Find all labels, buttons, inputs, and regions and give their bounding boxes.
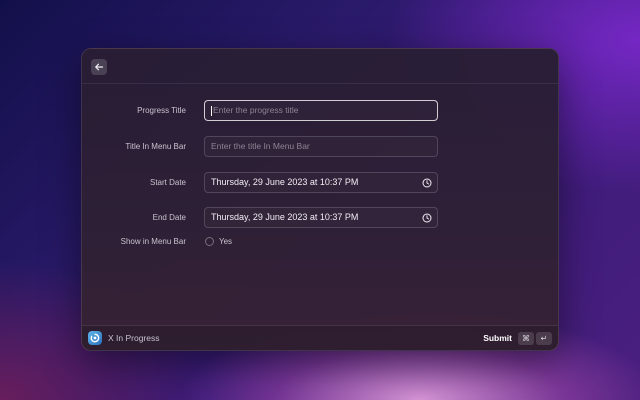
menu-bar-title-placeholder: Enter the title In Menu Bar [211,141,310,151]
return-key-icon: ↵ [536,332,552,345]
back-button[interactable] [91,59,107,75]
action-bar: X In Progress Submit ⌘ ↵ [82,325,558,350]
extension-name: X In Progress [108,333,160,343]
start-date-value: Thursday, 29 June 2023 at 10:37 PM [211,177,359,187]
progress-ring-icon [90,333,100,343]
progress-title-placeholder: Enter the progress title [213,105,299,115]
progress-title-input[interactable]: Enter the progress title [204,100,438,121]
end-date-value: Thursday, 29 June 2023 at 10:37 PM [211,212,359,222]
text-caret [211,106,212,116]
start-date-picker[interactable]: Thursday, 29 June 2023 at 10:37 PM [204,172,438,193]
clock-icon[interactable] [422,178,432,188]
end-date-picker[interactable]: Thursday, 29 June 2023 at 10:37 PM [204,207,438,228]
show-in-menu-bar-option[interactable]: Yes [219,235,232,249]
show-in-menu-bar-row: Show in Menu Bar Yes [82,235,558,249]
submit-button[interactable]: Submit [483,326,512,350]
start-date-row: Start Date Thursday, 29 June 2023 at 10:… [82,172,558,194]
end-date-row: End Date Thursday, 29 June 2023 at 10:37… [82,207,558,229]
progress-title-label: Progress Title [137,106,186,115]
arrow-left-icon [95,63,104,71]
show-in-menu-bar-label: Show in Menu Bar [120,237,186,246]
menu-bar-title-label: Title In Menu Bar [125,142,186,151]
progress-title-row: Progress Title Enter the progress title [82,100,558,122]
show-in-menu-bar-checkbox[interactable] [205,237,214,246]
menu-bar-title-row: Title In Menu Bar Enter the title In Men… [82,136,558,158]
end-date-label: End Date [152,213,186,222]
clock-icon[interactable] [422,213,432,223]
start-date-label: Start Date [149,178,186,187]
menu-bar-title-input[interactable]: Enter the title In Menu Bar [204,136,438,157]
form-window: Progress Title Enter the progress title … [81,48,559,351]
top-bar [82,49,558,84]
command-key-icon: ⌘ [518,332,534,345]
progress-app-icon [88,331,102,345]
